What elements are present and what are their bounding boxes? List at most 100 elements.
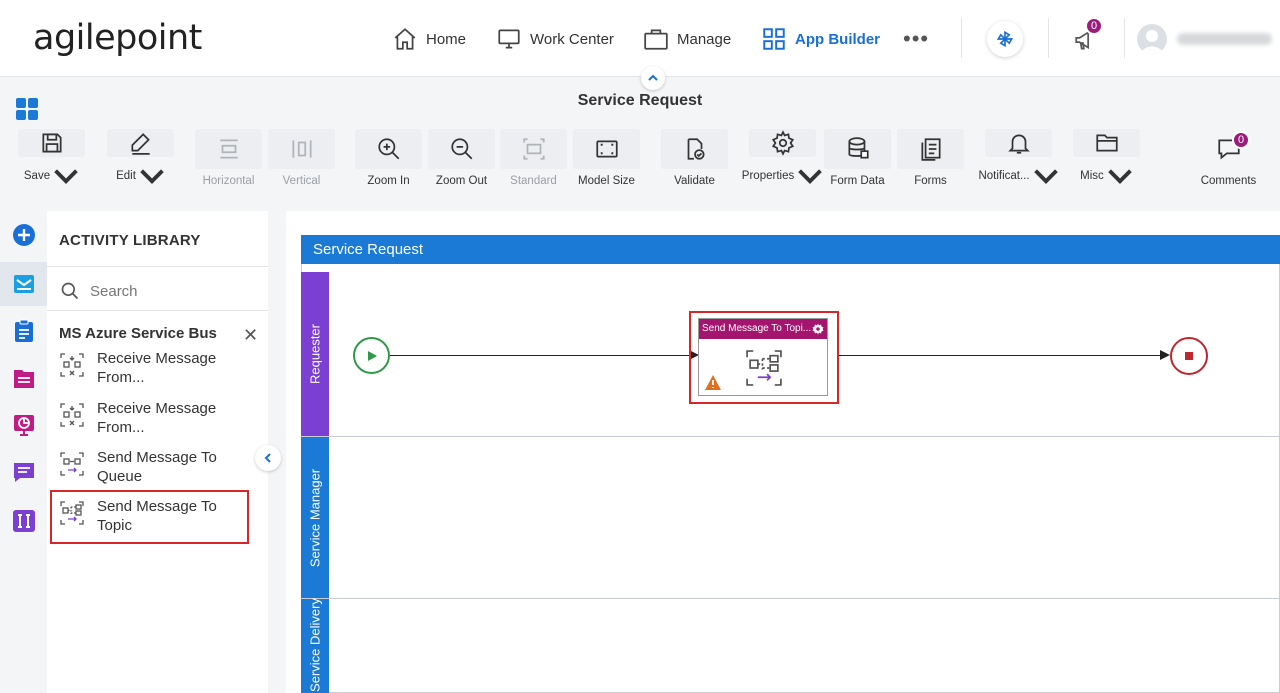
collapse-header-button[interactable] [641, 66, 665, 90]
dashboard-tab[interactable] [0, 403, 47, 447]
more-menu-icon[interactable]: ••• [903, 26, 929, 52]
library-item-receive-message-1[interactable]: Receive Message From... [59, 349, 249, 395]
folder-icon [1095, 134, 1118, 152]
notification-badge: 0 [1085, 17, 1103, 35]
nav-manage[interactable]: Manage [643, 24, 731, 54]
pool-header[interactable]: Service Request [301, 235, 1280, 264]
library-title: ACTIVITY LIBRARY [59, 232, 201, 249]
library-item-receive-message-2[interactable]: Receive Message From... [59, 399, 249, 445]
vertical-layout-icon [291, 140, 312, 158]
user-avatar[interactable] [1137, 24, 1167, 54]
save-button[interactable]: Save [18, 129, 85, 189]
lane-label-bg: Service Delivery [301, 598, 329, 693]
save-label: Save [23, 170, 51, 182]
nav-app-builder[interactable]: App Builder [761, 24, 880, 54]
comments-button[interactable]: 0 Comments [1195, 129, 1262, 189]
grid-icon [763, 28, 785, 50]
user-icon [1141, 30, 1163, 54]
zoom-in-icon [377, 138, 399, 160]
chevron-down-icon [1108, 169, 1132, 184]
left-icon-rail [0, 211, 47, 693]
form-data-button[interactable]: Form Data [824, 129, 891, 189]
edit-button[interactable]: Edit [107, 129, 174, 189]
library-item-send-to-queue[interactable]: Send Message To Queue [59, 448, 249, 494]
form-data-label: Form Data [830, 175, 885, 187]
agilepoint-assistant-button[interactable] [987, 21, 1023, 57]
nav-app-builder-label: App Builder [795, 30, 880, 48]
process-canvas[interactable]: Service Request Requester Service Manage… [286, 211, 1280, 693]
library-search-input[interactable] [90, 280, 260, 302]
standard-size-icon [522, 138, 545, 160]
vertical-label: Vertical [282, 175, 321, 187]
standard-label: Standard [510, 175, 557, 187]
agilepoint-logo[interactable]: agilepoint [33, 18, 202, 58]
activity-library-tab[interactable] [0, 262, 47, 306]
chevron-down-icon [1033, 169, 1058, 184]
folder-list-icon [13, 370, 34, 388]
zoom-out-button[interactable]: Zoom Out [428, 129, 495, 189]
zoom-out-icon [450, 138, 472, 160]
database-icon [847, 137, 869, 159]
comments-label: Comments [1200, 175, 1257, 187]
lane-service-manager[interactable]: Service Manager [301, 437, 1280, 599]
chevron-left-icon [264, 453, 271, 463]
start-event[interactable] [353, 337, 390, 374]
forms-label: Forms [914, 175, 947, 187]
save-icon [41, 133, 62, 153]
zoom-in-label: Zoom In [367, 175, 410, 187]
divider [47, 266, 268, 267]
search-icon [61, 282, 79, 300]
text-field-icon [12, 510, 35, 532]
misc-label: Misc [1080, 170, 1104, 182]
library-item-highlight [50, 490, 249, 544]
model-size-button[interactable]: Model Size [573, 129, 640, 189]
end-event[interactable] [1170, 337, 1208, 375]
zoom-out-label: Zoom Out [435, 175, 488, 187]
chevron-down-icon [798, 169, 822, 184]
chat-icon [13, 463, 34, 482]
messages-tab[interactable] [0, 450, 47, 494]
properties-button[interactable]: Properties [742, 129, 822, 189]
collapse-library-button[interactable] [255, 445, 281, 471]
standard-size-button[interactable]: Standard [500, 129, 567, 189]
add-button[interactable] [0, 213, 47, 257]
lane-label-bg: Service Manager [301, 437, 329, 598]
misc-button[interactable]: Misc [1073, 129, 1140, 189]
zoom-in-button[interactable]: Zoom In [355, 129, 422, 189]
variables-tab[interactable] [0, 499, 47, 543]
nav-home[interactable]: Home [392, 24, 466, 54]
connector-activity-to-end[interactable] [839, 355, 1161, 356]
forms-button[interactable]: Forms [897, 129, 964, 189]
library-category-title: MS Azure Service Bus [59, 325, 217, 342]
user-name-blurred[interactable] [1177, 33, 1272, 45]
clipboard-tab[interactable] [0, 309, 47, 353]
vertical-layout-button[interactable]: Vertical [268, 129, 335, 189]
home-icon [394, 28, 416, 50]
connector-start-to-activity[interactable] [390, 355, 690, 356]
nav-work-center[interactable]: Work Center [496, 24, 614, 54]
documents-tab[interactable] [0, 356, 47, 400]
nav-work-center-label: Work Center [530, 30, 614, 48]
announcements-button[interactable]: 0 [1073, 17, 1103, 58]
chevron-up-icon [648, 74, 658, 81]
email-icon [13, 275, 34, 293]
notifications-label: Notificat... [978, 170, 1030, 182]
properties-label: Properties [741, 170, 795, 182]
briefcase-icon [644, 29, 668, 50]
notifications-button[interactable]: Notificat... [978, 129, 1058, 189]
validate-button[interactable]: Validate [661, 129, 728, 189]
horizontal-layout-button[interactable]: Horizontal [195, 129, 262, 189]
close-icon[interactable]: ✕ [243, 325, 258, 346]
clipboard-icon [14, 319, 33, 342]
chevron-down-icon [54, 169, 78, 184]
stop-icon [1185, 352, 1193, 360]
plus-circle-icon [12, 224, 35, 246]
activity-highlight [689, 311, 839, 404]
nav-home-label: Home [426, 30, 467, 48]
toolbar: Save Edit Horizontal Vertical Zoom In Zo… [0, 124, 1280, 192]
fit-screen-icon [595, 140, 618, 158]
lane-service-delivery[interactable]: Service Delivery [301, 598, 1280, 693]
nav-divider [1048, 18, 1049, 58]
horizontal-layout-icon [219, 139, 238, 159]
page-title: Service Request [577, 92, 703, 109]
